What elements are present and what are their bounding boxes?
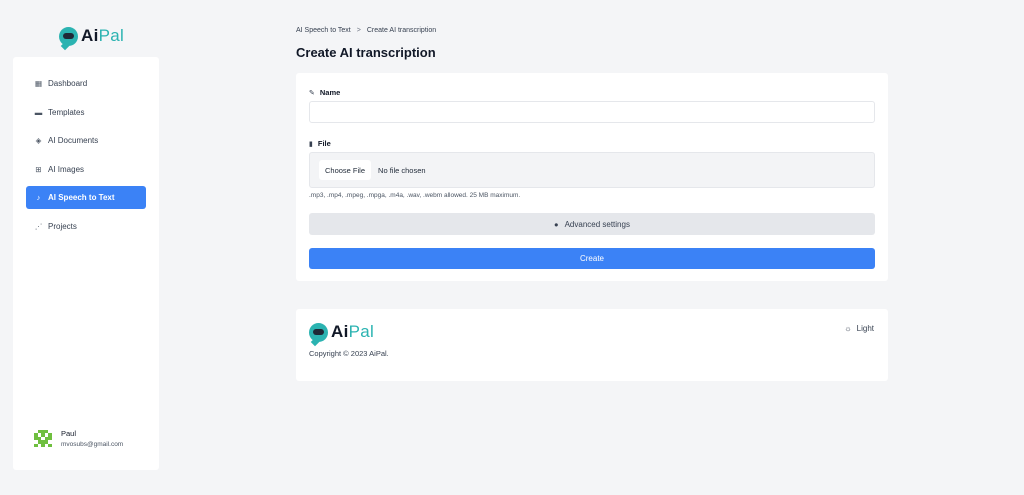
microphone-icon: ♪ (36, 193, 41, 202)
footer: AiPal ☼ Light Copyright © 2023 AiPal. (296, 309, 888, 381)
sidebar-item-label: Projects (48, 221, 77, 231)
sidebar-item-label: AI Documents (48, 136, 99, 145)
brand-logo[interactable]: AiPal (59, 26, 124, 46)
network-icon: ⋰ (34, 221, 43, 231)
sun-icon: ☼ (844, 324, 852, 333)
sidebar: ▦ Dashboard ▬ Templates ◈ AI Documents ⊞… (13, 57, 159, 470)
sidebar-item-dashboard[interactable]: ▦ Dashboard (26, 72, 146, 95)
sidebar-nav: ▦ Dashboard ▬ Templates ◈ AI Documents ⊞… (26, 72, 146, 243)
user-profile[interactable]: Paul mvosubs@gmail.com (34, 429, 123, 448)
sidebar-item-ai-speech-to-text[interactable]: ♪ AI Speech to Text (26, 186, 146, 209)
theme-label: Light (856, 324, 874, 333)
breadcrumb-current: Create AI transcription (366, 27, 437, 34)
user-info: Paul mvosubs@gmail.com (61, 429, 123, 448)
brand-name: AiPal (331, 322, 375, 341)
breadcrumb-separator: > (356, 27, 361, 34)
breadcrumb-parent-link[interactable]: AI Speech to Text (296, 27, 351, 34)
brand-name: AiPal (81, 26, 125, 45)
sidebar-item-label: AI Images (48, 164, 85, 174)
sidebar-item-templates[interactable]: ▬ Templates (26, 101, 146, 124)
sidebar-item-ai-images[interactable]: ⊞ AI Images (26, 158, 146, 181)
advanced-settings-label: Advanced settings (564, 219, 630, 229)
sidebar-item-ai-documents[interactable]: ◈ AI Documents (26, 129, 146, 152)
choose-file-button[interactable]: Choose File (319, 160, 372, 180)
sidebar-item-label: Dashboard (48, 79, 88, 88)
page-title: Create AI transcription (296, 45, 436, 60)
name-input[interactable] (309, 101, 875, 123)
sidebar-item-label: Templates (48, 107, 85, 117)
layers-icon: ◈ (35, 136, 42, 145)
copyright: Copyright © 2023 AiPal. (309, 349, 389, 358)
avatar (34, 429, 52, 448)
signature-icon: ✎ (309, 89, 315, 97)
user-name: Paul (61, 429, 77, 438)
transcription-form: ✎ Name ▮ File Choose File No file chosen… (296, 73, 888, 281)
file-status: No file chosen (378, 165, 426, 175)
chat-bot-icon (309, 322, 328, 342)
grid-icon: ▦ (34, 79, 43, 88)
sidebar-item-projects[interactable]: ⋰ Projects (26, 215, 146, 238)
advanced-settings-button[interactable]: ● Advanced settings (309, 213, 875, 235)
create-button[interactable]: Create (309, 248, 875, 269)
user-gear-icon: ● (554, 219, 559, 229)
user-email: mvosubs@gmail.com (61, 441, 124, 448)
sidebar-item-label: AI Speech to Text (48, 193, 115, 202)
file-input[interactable]: Choose File No file chosen (309, 152, 875, 188)
file-label: ▮ File (309, 139, 331, 148)
scroll-icon: ▬ (34, 107, 43, 117)
name-label: ✎ Name (309, 88, 341, 97)
images-icon: ⊞ (35, 164, 42, 174)
file-hint: .mp3, .mp4, .mpeg, .mpga, .m4a, .wav, .w… (309, 192, 521, 199)
theme-toggle[interactable]: ☼ Light (844, 324, 874, 333)
file-icon: ▮ (309, 140, 313, 148)
footer-logo[interactable]: AiPal (309, 322, 374, 342)
breadcrumb: AI Speech to Text > Create AI transcript… (296, 27, 436, 34)
chat-bot-icon (59, 26, 78, 46)
